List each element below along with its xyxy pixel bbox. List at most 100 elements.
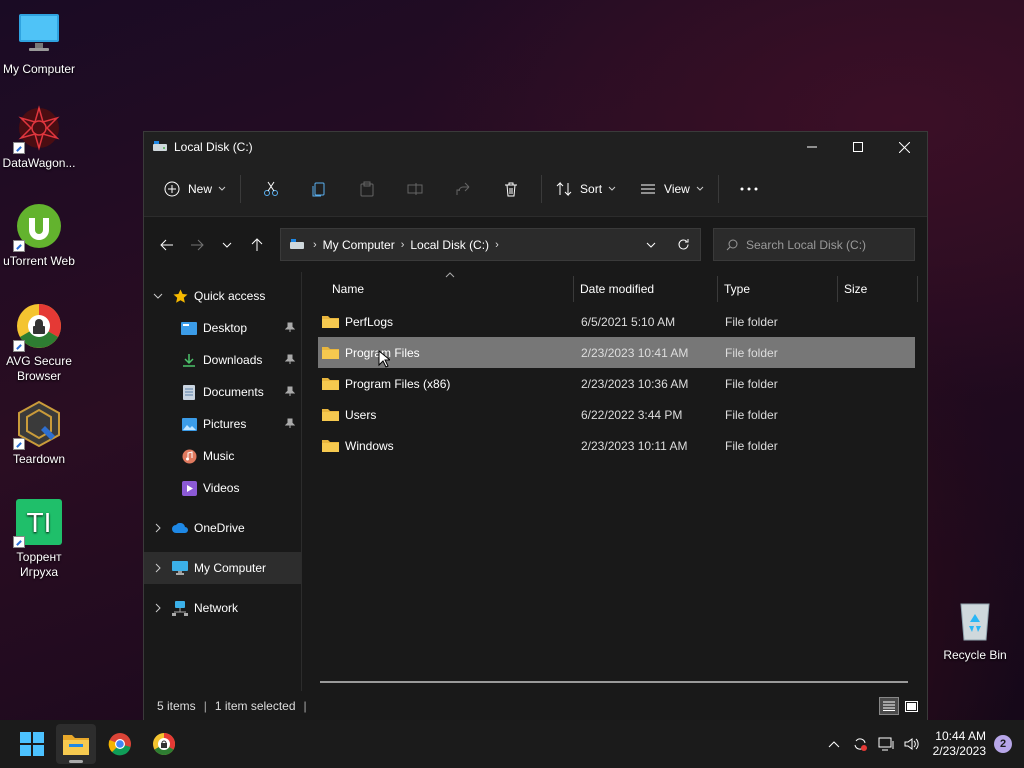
column-header-name[interactable]: Name bbox=[302, 276, 574, 302]
start-button[interactable] bbox=[12, 724, 52, 764]
details-view-button[interactable] bbox=[879, 697, 899, 715]
more-options-button[interactable] bbox=[729, 173, 769, 205]
folder-icon bbox=[322, 316, 339, 328]
column-header-size[interactable]: Size bbox=[838, 276, 918, 302]
sidebar-item-my-computer[interactable]: My Computer bbox=[144, 552, 301, 584]
toolbar-divider bbox=[717, 175, 719, 203]
up-button[interactable] bbox=[242, 230, 272, 260]
clock-date: 2/23/2023 bbox=[932, 744, 986, 758]
cut-button[interactable] bbox=[251, 173, 291, 205]
column-header-date[interactable]: Date modified bbox=[574, 276, 718, 302]
teardown-icon bbox=[13, 400, 63, 450]
sidebar-item-quick-access[interactable]: Quick access bbox=[144, 280, 301, 312]
refresh-button[interactable] bbox=[666, 238, 700, 251]
pin-icon[interactable] bbox=[284, 353, 296, 367]
pin-icon[interactable] bbox=[284, 385, 296, 399]
taskbar-file-explorer[interactable] bbox=[56, 724, 96, 764]
cloud-icon bbox=[172, 520, 188, 536]
volume-button[interactable] bbox=[899, 729, 925, 759]
sidebar-item-downloads[interactable]: Downloads bbox=[144, 344, 301, 376]
clock[interactable]: 10:44 AM 2/23/2023 bbox=[933, 729, 986, 759]
sidebar-item-videos[interactable]: Videos bbox=[144, 472, 301, 504]
sidebar-item-network[interactable]: Network bbox=[144, 592, 301, 624]
sidebar-item-desktop[interactable]: Desktop bbox=[144, 312, 301, 344]
file-row[interactable]: Program Files (x86) 2/23/2023 10:36 AM F… bbox=[318, 368, 915, 399]
desktop-icon-my-computer[interactable]: My Computer bbox=[0, 10, 78, 77]
desktop-icon-utorrent[interactable]: uTorrent Web bbox=[0, 202, 78, 269]
chevron-right-icon[interactable] bbox=[144, 523, 172, 533]
arrow-left-icon bbox=[160, 239, 173, 250]
recent-locations-button[interactable] bbox=[212, 230, 242, 260]
pin-icon[interactable] bbox=[284, 417, 296, 431]
desktop-icon-recycle-bin[interactable]: Recycle Bin bbox=[936, 596, 1014, 663]
share-button[interactable] bbox=[443, 173, 483, 205]
navigation-pane: Quick access Desktop Downloads Documents… bbox=[144, 272, 302, 691]
document-icon bbox=[181, 384, 197, 400]
taskbar-avg-browser[interactable] bbox=[144, 724, 184, 764]
chevron-down-icon[interactable] bbox=[144, 293, 172, 299]
show-hidden-icons-button[interactable] bbox=[821, 729, 847, 759]
chevron-down-icon bbox=[646, 242, 656, 248]
file-date: 2/23/2023 10:11 AM bbox=[581, 438, 688, 453]
clipboard-icon bbox=[360, 181, 374, 197]
star-icon bbox=[172, 288, 188, 304]
desktop-icon-label: AVG Secure Browser bbox=[6, 354, 72, 383]
file-row-selected[interactable]: Program Files 2/23/2023 10:41 AM File fo… bbox=[318, 337, 915, 368]
sync-status-button[interactable] bbox=[847, 729, 873, 759]
breadcrumb-separator: › bbox=[313, 238, 317, 251]
view-button[interactable]: View bbox=[632, 173, 712, 205]
notification-badge[interactable]: 2 bbox=[994, 735, 1012, 753]
breadcrumb-my-computer[interactable]: My Computer bbox=[323, 238, 395, 252]
sidebar-item-label: Documents bbox=[203, 385, 264, 399]
file-row[interactable]: Windows 2/23/2023 10:11 AM File folder bbox=[318, 430, 915, 461]
desktop-icon-torrent-igruha[interactable]: TI Торрент Игруха bbox=[0, 498, 78, 580]
desktop-icon-avg-browser[interactable]: AVG Secure Browser bbox=[0, 302, 78, 384]
desktop-icon-teardown[interactable]: Teardown bbox=[0, 400, 78, 467]
sidebar-item-music[interactable]: Music bbox=[144, 440, 301, 472]
sort-button[interactable]: Sort bbox=[548, 173, 624, 205]
sidebar-item-documents[interactable]: Documents bbox=[144, 376, 301, 408]
search-input[interactable] bbox=[746, 237, 906, 252]
list-view-icon bbox=[641, 184, 656, 194]
arrow-right-icon bbox=[191, 239, 204, 250]
desktop-icon-datawagon[interactable]: DataWagon... bbox=[0, 104, 78, 171]
network-status-button[interactable] bbox=[873, 729, 899, 759]
new-button[interactable]: New bbox=[156, 173, 234, 205]
copy-button[interactable] bbox=[299, 173, 339, 205]
search-box[interactable] bbox=[713, 228, 915, 261]
sidebar-item-onedrive[interactable]: OneDrive bbox=[144, 512, 301, 544]
utorrent-icon bbox=[13, 202, 63, 252]
chevron-right-icon[interactable] bbox=[144, 563, 172, 573]
maximize-button[interactable] bbox=[835, 132, 881, 162]
desktop-icon-label: DataWagon... bbox=[2, 156, 76, 170]
minimize-button[interactable] bbox=[789, 132, 835, 162]
horizontal-scrollbar[interactable] bbox=[320, 681, 908, 683]
column-header-type[interactable]: Type bbox=[718, 276, 838, 302]
address-history-dropdown[interactable] bbox=[636, 242, 666, 248]
pin-icon[interactable] bbox=[284, 321, 296, 335]
windows-logo-icon bbox=[20, 732, 44, 756]
chevron-right-icon[interactable] bbox=[144, 603, 172, 613]
tiles-view-button[interactable] bbox=[901, 697, 921, 715]
sidebar-item-pictures[interactable]: Pictures bbox=[144, 408, 301, 440]
title-bar[interactable]: Local Disk (C:) bbox=[144, 132, 927, 162]
delete-button[interactable] bbox=[491, 173, 531, 205]
taskbar-chrome[interactable] bbox=[100, 724, 140, 764]
torrent-igruha-icon: TI bbox=[13, 498, 63, 548]
paste-button[interactable] bbox=[347, 173, 387, 205]
rename-button[interactable] bbox=[395, 173, 435, 205]
back-button[interactable] bbox=[152, 230, 182, 260]
file-row[interactable]: Users 6/22/2022 3:44 PM File folder bbox=[318, 399, 915, 430]
breadcrumb-local-disk[interactable]: Local Disk (C:) bbox=[410, 238, 489, 252]
clock-time: 10:44 AM bbox=[935, 729, 986, 743]
recycle-bin-icon bbox=[951, 596, 999, 644]
close-button[interactable] bbox=[881, 132, 927, 162]
file-date: 2/23/2023 10:36 AM bbox=[581, 376, 689, 391]
breadcrumb-separator: › bbox=[495, 238, 499, 251]
forward-button[interactable] bbox=[182, 230, 212, 260]
file-row[interactable]: PerfLogs 6/5/2021 5:10 AM File folder bbox=[318, 306, 915, 337]
address-bar[interactable]: › My Computer › Local Disk (C:) › bbox=[280, 228, 701, 261]
file-name: PerfLogs bbox=[345, 314, 394, 329]
sync-icon bbox=[854, 738, 867, 751]
shortcut-arrow-icon bbox=[13, 438, 25, 450]
